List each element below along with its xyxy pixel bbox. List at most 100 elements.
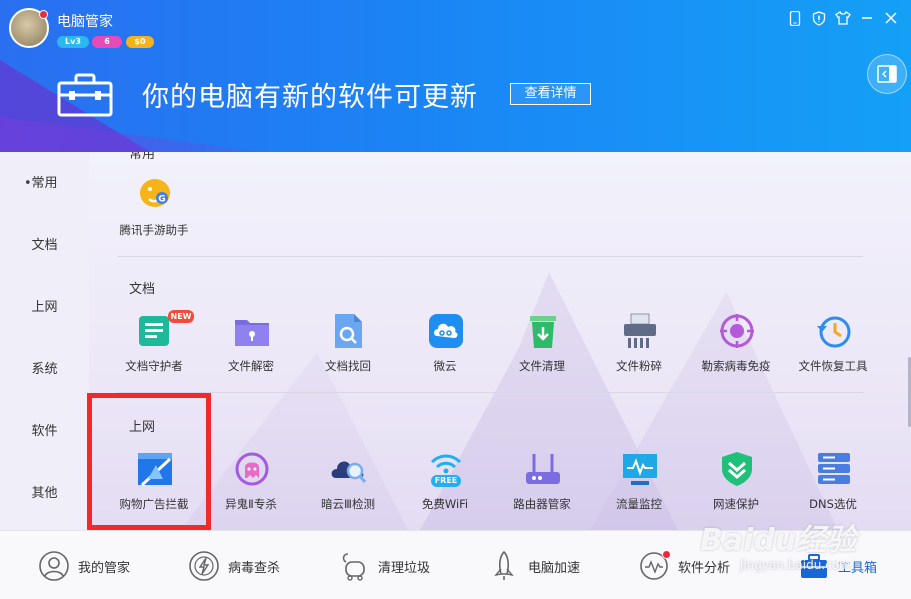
tile-label: 文件清理 (519, 359, 565, 373)
tile-label: 路由器管家 (513, 497, 571, 511)
toolbox-icon (798, 550, 830, 582)
close-icon[interactable] (879, 8, 903, 28)
sidebar-item-common[interactable]: 常用 (0, 169, 89, 199)
free-badge: FREE (434, 476, 458, 485)
tile-cloud-scan[interactable]: 暗云Ⅲ检测 (300, 450, 396, 530)
game-assistant-icon: G (136, 176, 174, 214)
gauge-icon (638, 550, 671, 582)
minimize-icon[interactable] (855, 8, 879, 28)
nav-my-manager[interactable]: 我的管家 (38, 549, 130, 583)
ad-block-icon (136, 450, 174, 488)
tile-label: 购物广告拦截 (119, 497, 189, 511)
vacuum-icon (338, 550, 370, 582)
tile-label: 腾讯手游助手 (119, 223, 189, 237)
sidebar-item-software[interactable]: 软件 (0, 417, 89, 447)
update-banner-text: 你的电脑有新的软件可更新 (142, 82, 478, 113)
sidebar-item-docs[interactable]: 文档 (0, 231, 89, 261)
tile-label: DNS选优 (809, 497, 857, 511)
rocket-icon (488, 550, 520, 582)
tile-doc-recover[interactable]: 文档找回 (300, 312, 396, 392)
tile-label: 微云 (433, 359, 457, 373)
section-divider (117, 392, 863, 393)
tile-label: 文件恢复工具 (798, 359, 868, 373)
folder-lock-icon (233, 312, 271, 350)
tile-free-wifi[interactable]: FREE 免费WiFi (397, 450, 493, 530)
virus-immune-icon (718, 312, 756, 350)
nav-label: 病毒查杀 (228, 560, 281, 576)
svg-text:G: G (158, 195, 165, 205)
section-title-common: 常用 (129, 152, 156, 162)
restore-clock-icon (815, 312, 853, 350)
shirt-icon[interactable] (831, 8, 855, 28)
shield-icon[interactable] (807, 8, 831, 28)
cloud-scan-icon (330, 450, 368, 488)
toolbox-icon (57, 73, 113, 117)
tile-label: 勒索病毒免疫 (701, 359, 771, 373)
weiyun-icon (427, 312, 465, 350)
tile-file-shredder[interactable]: 文件粉碎 (591, 312, 687, 392)
tile-ghost-killer[interactable]: 异鬼Ⅱ专杀 (203, 450, 299, 530)
nav-label: 软件分析 (678, 560, 731, 576)
tile-dns-optimize[interactable]: DNS选优 (785, 450, 881, 530)
coin-badge[interactable]: $0 (126, 36, 154, 48)
tile-label: 文档找回 (325, 359, 371, 373)
speed-shield-icon (718, 450, 756, 488)
tile-label: 文件解密 (228, 359, 274, 373)
tile-shopping-ad-block[interactable]: 购物广告拦截 (106, 450, 202, 530)
app-window: 电脑管家 Lv3 6 $0 你的电脑有新的软件可更新 查看详情 • 常用 文档 … (0, 0, 911, 599)
sidebar-item-other[interactable]: 其他 (0, 479, 89, 509)
tile-router-manager[interactable]: 路由器管家 (494, 450, 590, 530)
bottom-nav: 我的管家 病毒查杀 清理垃圾 电脑加速 软件分析 工具箱 (0, 530, 911, 599)
nav-pc-speedup[interactable]: 电脑加速 (488, 549, 580, 583)
ghost-icon (233, 450, 271, 488)
tile-label: 异鬼Ⅱ专杀 (225, 497, 277, 511)
tile-label: 文件粉碎 (616, 359, 662, 373)
tile-doc-guard[interactable]: NEW 文档守护者 (106, 310, 202, 392)
phone-icon[interactable] (783, 8, 807, 28)
category-sidebar: 常用 文档 上网 系统 软件 其他 (0, 152, 89, 530)
new-badge: NEW (168, 310, 194, 323)
vip-badge[interactable]: 6 (92, 36, 122, 48)
doc-search-icon (330, 312, 368, 350)
router-icon (524, 450, 562, 488)
tool-grid: 常用 G 腾讯手游助手 文档 NEW 文档守护者 文件解密 文档找回 微云 文件… (89, 152, 911, 530)
nav-label: 清理垃圾 (378, 560, 431, 576)
notification-dot (39, 10, 48, 19)
tile-label: 网速保护 (713, 497, 759, 511)
lightning-icon (188, 550, 220, 582)
collapse-sidebar-button[interactable] (867, 54, 907, 94)
section-title-docs: 文档 (129, 282, 156, 297)
notification-dot (662, 550, 671, 559)
monitor-icon (621, 450, 659, 488)
dns-server-icon (815, 450, 853, 488)
app-title: 电脑管家 (57, 14, 113, 30)
tile-file-decrypt[interactable]: 文件解密 (203, 312, 299, 392)
tile-ransomware-immune[interactable]: 勒索病毒免疫 (688, 312, 784, 392)
sidebar-item-system[interactable]: 系统 (0, 355, 89, 385)
nav-software-analysis[interactable]: 软件分析 (638, 549, 730, 583)
tile-weiyun[interactable]: 微云 (397, 312, 493, 392)
level-badge[interactable]: Lv3 (57, 36, 89, 48)
view-details-button[interactable]: 查看详情 (510, 83, 591, 105)
shredder-icon (621, 312, 659, 350)
tile-traffic-monitor[interactable]: 流量监控 (591, 450, 687, 530)
tile-file-restore[interactable]: 文件恢复工具 (785, 312, 881, 392)
tile-label: 免费WiFi (421, 497, 469, 511)
tile-file-cleanup[interactable]: 文件清理 (494, 312, 590, 392)
nav-toolbox[interactable]: 工具箱 (798, 549, 877, 583)
nav-label: 工具箱 (838, 560, 878, 576)
tile-speed-protect[interactable]: 网速保护 (688, 450, 784, 530)
nav-label: 电脑加速 (528, 560, 581, 576)
section-divider (117, 256, 863, 257)
window-controls (783, 8, 903, 28)
sidebar-item-internet[interactable]: 上网 (0, 293, 89, 323)
nav-label: 我的管家 (78, 560, 131, 576)
trash-icon (524, 312, 562, 350)
nav-virus-scan[interactable]: 病毒查杀 (188, 549, 280, 583)
section-title-internet: 上网 (129, 420, 156, 435)
tile-game-assistant[interactable]: G 腾讯手游助手 (106, 176, 202, 256)
tile-label: 文档守护者 (125, 359, 183, 373)
tile-label: 流量监控 (616, 497, 662, 511)
nav-clean-junk[interactable]: 清理垃圾 (338, 549, 430, 583)
header-banner: 电脑管家 Lv3 6 $0 你的电脑有新的软件可更新 查看详情 (0, 0, 911, 152)
